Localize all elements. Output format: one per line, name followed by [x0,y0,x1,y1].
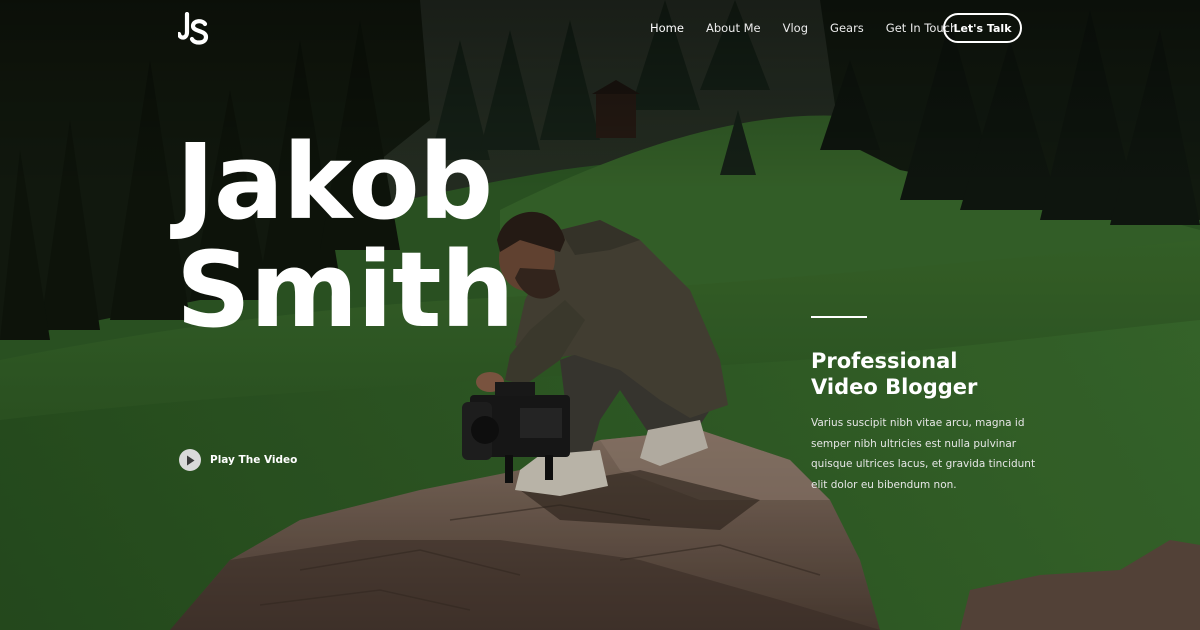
nav-about-me[interactable]: About Me [706,21,761,35]
title-divider [811,316,867,318]
hero-section: Home About Me Vlog Gears Get In Touch Le… [0,0,1200,630]
nav-gears[interactable]: Gears [830,21,864,35]
role-title-line-2: Video Blogger [811,375,978,399]
play-video-label[interactable]: Play The Video [210,454,297,466]
nav-home[interactable]: Home [650,21,684,35]
nav-vlog[interactable]: Vlog [783,21,808,35]
play-video-button[interactable]: Play The Video [179,449,297,471]
role-title: Professional Video Blogger [811,348,977,400]
hero-first-name: Jakob [176,121,493,243]
role-description: Varius suscipit nibh vitae arcu, magna i… [811,417,1036,491]
hero-last-name: Smith [176,229,515,351]
hero-title: Jakob Smith [176,121,515,351]
lets-talk-button[interactable]: Let's Talk [943,13,1022,43]
play-icon[interactable] [179,449,201,471]
role-title-line-1: Professional [811,349,958,373]
main-nav: Home About Me Vlog Gears Get In Touch [650,21,957,35]
js-logo[interactable] [176,11,210,46]
